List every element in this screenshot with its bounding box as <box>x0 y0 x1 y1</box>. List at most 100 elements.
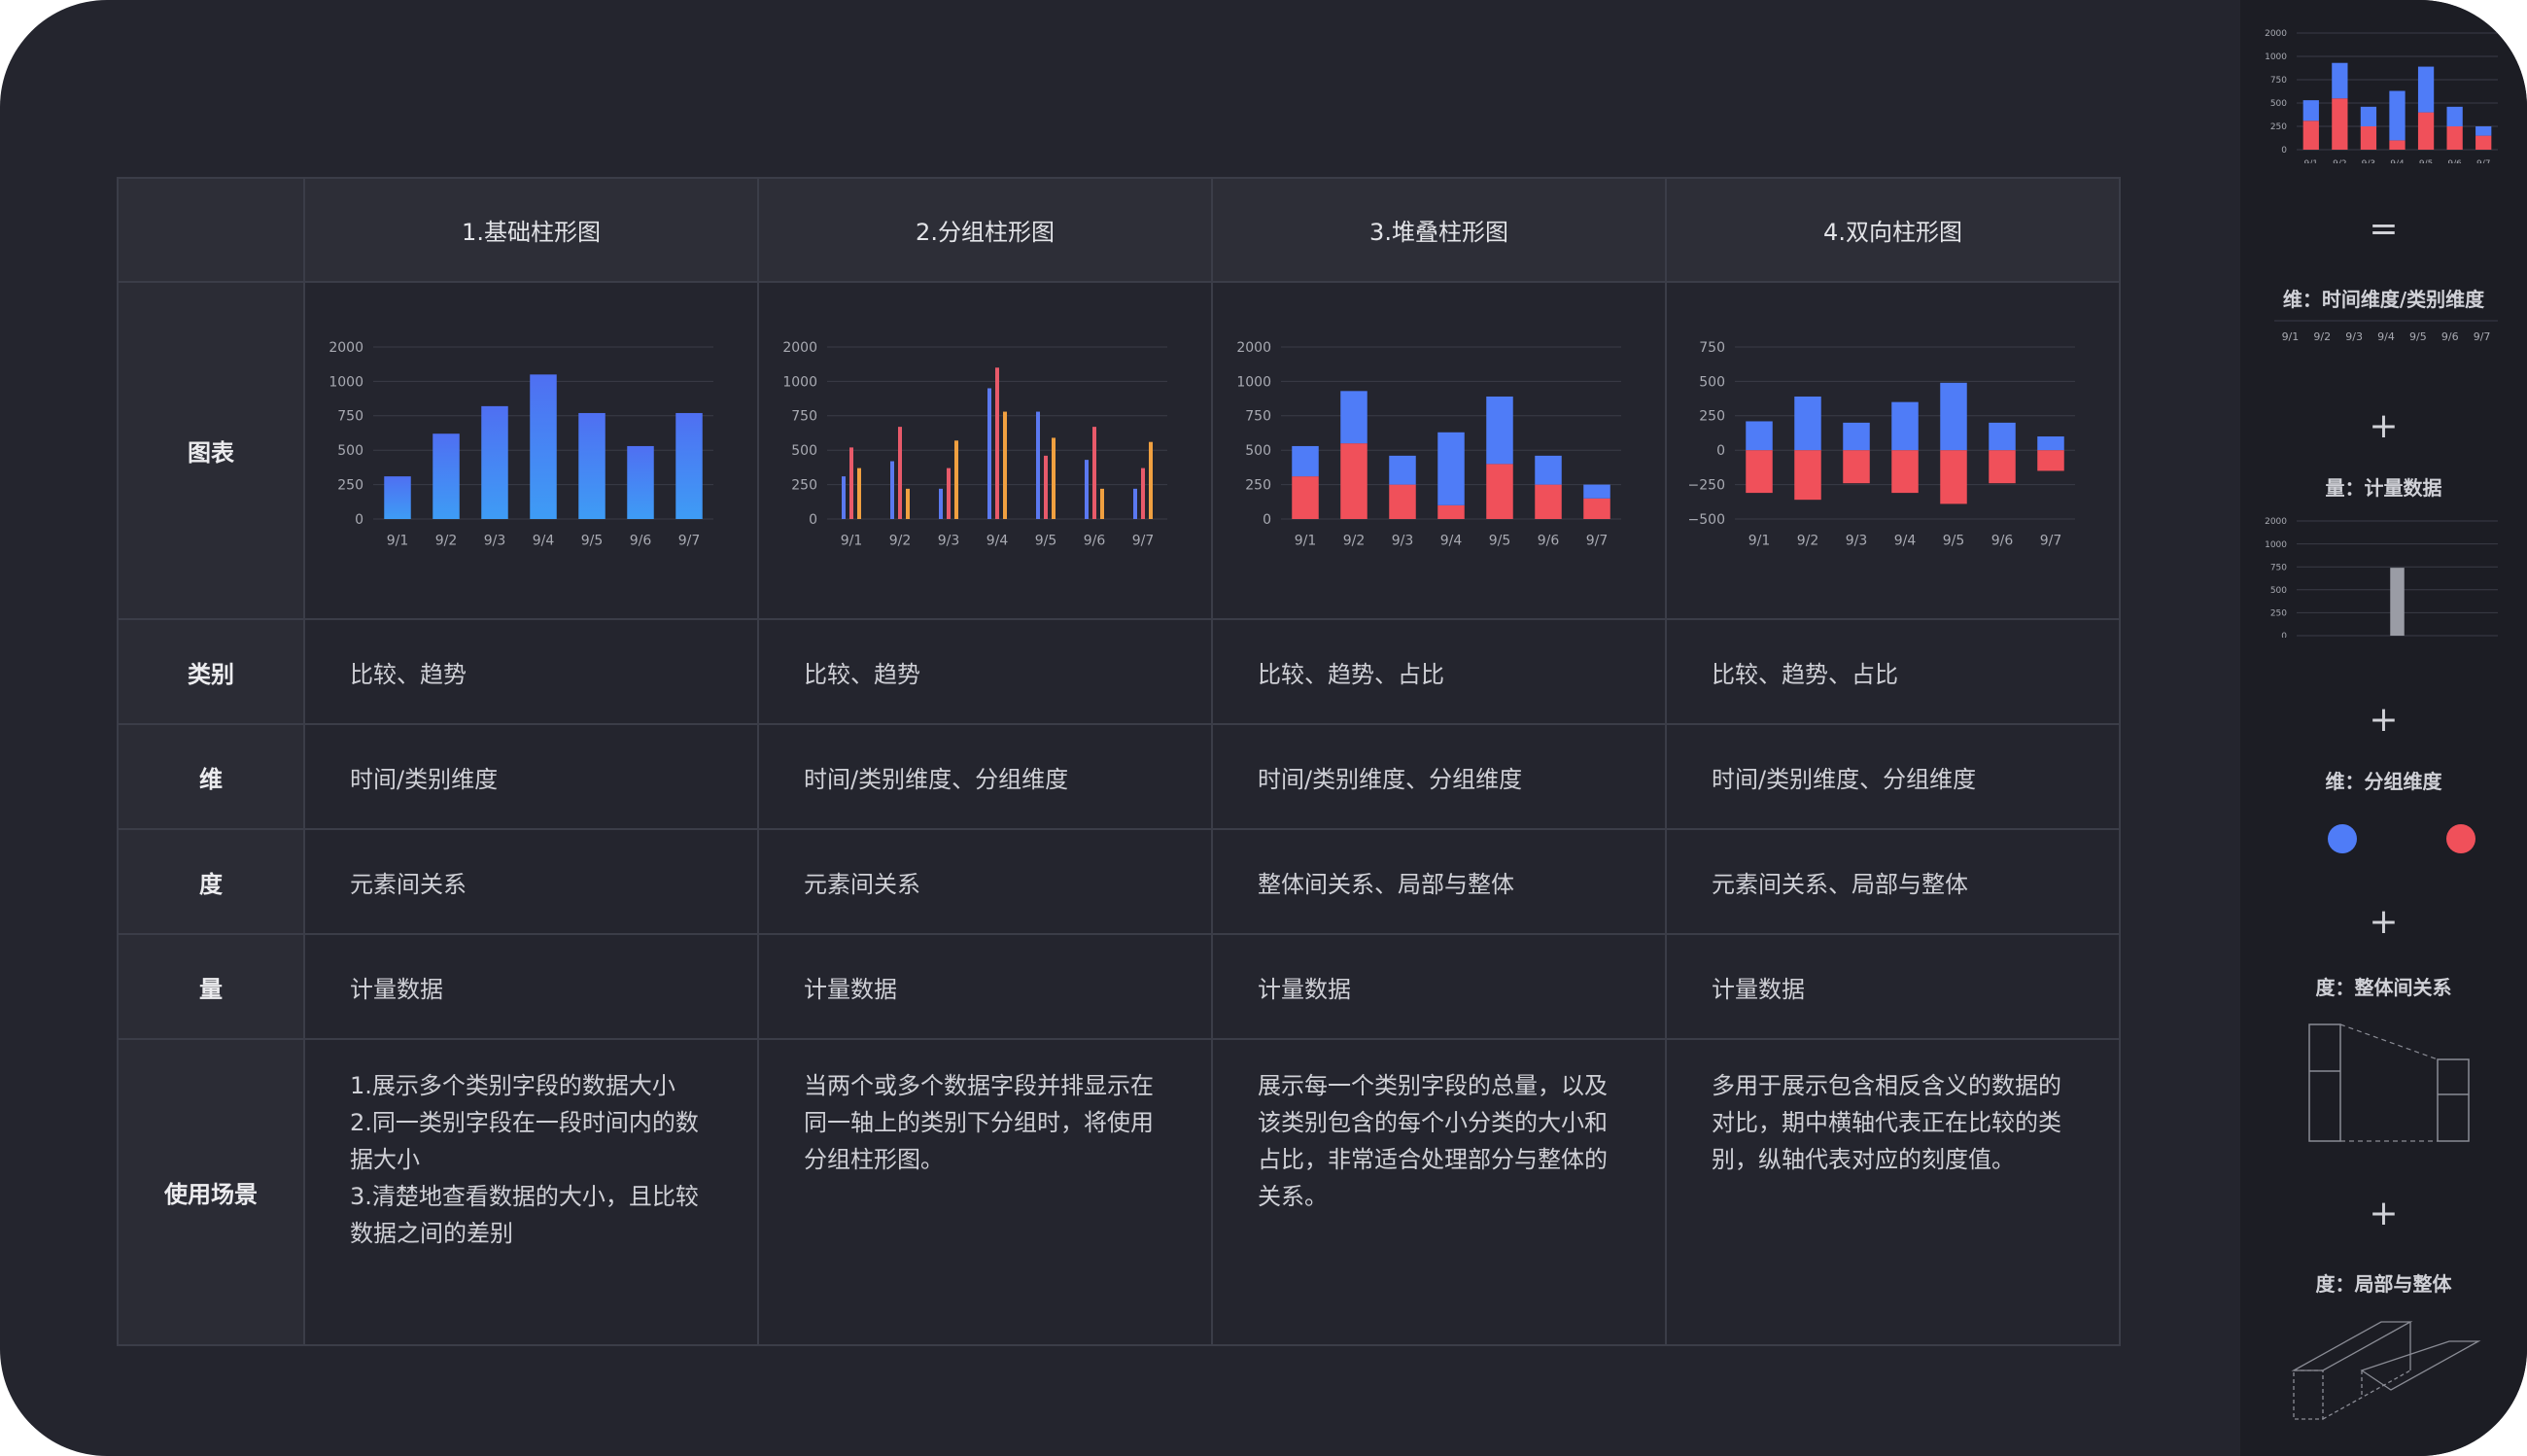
bar <box>1843 450 1870 484</box>
header-bidirectional-bar: 4.双向柱形图 <box>1665 177 2121 283</box>
y-tick-label: 0 <box>355 512 363 528</box>
bar <box>1044 455 1048 519</box>
y-tick-label: 0 <box>2281 632 2287 638</box>
y-tick-label: 0 <box>2281 146 2287 156</box>
header-row: 1.基础柱形图 2.分组柱形图 3.堆叠柱形图 4.双向柱形图 <box>117 177 2121 283</box>
y-tick-label: 750 <box>2270 76 2287 86</box>
x-tick-label: 9/4 <box>987 534 1009 549</box>
y-tick-label: 1000 <box>2265 52 2287 62</box>
bar <box>1583 498 1610 519</box>
bar <box>2360 126 2377 150</box>
part-whole-icon <box>2291 1321 2481 1420</box>
quantity-cell: 计量数据 <box>757 933 1213 1040</box>
row-label-dimension: 维 <box>117 723 305 830</box>
app-frame: 1.基础柱形图 2.分组柱形图 3.堆叠柱形图 4.双向柱形图 图表 0 250 5… <box>0 0 2527 1456</box>
bar <box>2302 100 2319 121</box>
scene-line: 数据之间的差别 <box>350 1220 513 1247</box>
plus-sign: + <box>2369 406 2399 446</box>
x-tick-label: 9/4 <box>2390 159 2405 163</box>
y-tick-label: 750 <box>2270 563 2287 572</box>
bar <box>1036 411 1040 519</box>
bar <box>384 476 411 519</box>
bar <box>578 412 606 519</box>
y-tick-label: 1000 <box>782 374 817 390</box>
y-tick-label: 250 <box>1245 478 1271 494</box>
bar <box>1891 450 1919 494</box>
scene-cell: 多用于展示包含相反含义的数据的 对比，期中横轴代表正在比较的类 别，纵轴代表对应… <box>1665 1038 2121 1346</box>
bar <box>1940 382 1967 451</box>
bar <box>906 488 910 519</box>
dimension-cell: 时间/类别维度 <box>303 723 759 830</box>
x-tick-label: 9/4 <box>2377 330 2395 343</box>
y-tick-label: 500 <box>2270 586 2287 596</box>
bar <box>1437 432 1465 505</box>
scene-line: 展示每一个类别字段的总量，以及 <box>1258 1072 1608 1099</box>
y-tick-label: 2000 <box>782 340 817 356</box>
bar <box>1141 468 1145 519</box>
scene-row: 使用场景 1.展示多个类别字段的数据大小 2.同一类别字段在一段时间内的数 据大… <box>117 1038 2121 1346</box>
bar <box>2389 140 2406 150</box>
x-tick-label: 9/7 <box>2474 330 2491 343</box>
quantity-label: 量：计量数据 <box>2325 476 2442 500</box>
bar <box>1092 427 1096 519</box>
measure-cell: 元素间关系 <box>303 828 759 935</box>
x-tick-label: 9/1 <box>387 534 409 549</box>
bar <box>1989 422 2016 451</box>
bar <box>954 440 958 519</box>
bar <box>939 488 943 519</box>
bar <box>2475 126 2492 136</box>
category-cell: 比较、趋势、占比 <box>1665 618 2121 725</box>
bar <box>1583 484 1610 499</box>
y-tick-label: 750 <box>791 409 817 425</box>
sidebar-panel: 0250500750100020009/19/29/39/49/59/69/7 … <box>2240 0 2527 1456</box>
bar <box>2302 121 2319 150</box>
bar <box>2446 126 2463 150</box>
bar <box>1340 391 1367 444</box>
measure-cell: 整体间关系、局部与整体 <box>1211 828 1667 935</box>
y-tick-label: 0 <box>1263 512 1271 528</box>
x-tick-label: 9/6 <box>2441 330 2459 343</box>
chart-cell-basic: 0 250 500 750 1000 2000 9/1 9/2 9/3 9/4 9/5 9/6 9/7 <box>303 281 759 620</box>
row-label-category: 类别 <box>117 618 305 725</box>
y-tick-label: 2000 <box>2265 29 2287 39</box>
y-tick-label: 250 <box>337 478 363 494</box>
x-tick-label: 9/7 <box>2476 159 2490 163</box>
x-tick-label: 9/6 <box>2447 159 2462 163</box>
bar <box>1389 455 1416 485</box>
header-stacked-bar: 3.堆叠柱形图 <box>1211 177 1667 283</box>
x-tick-label: 9/3 <box>484 534 506 549</box>
header-grouped-bar: 2.分组柱形图 <box>757 177 1213 283</box>
x-tick-label: 9/4 <box>533 534 555 549</box>
x-tick-label: 9/1 <box>2304 159 2318 163</box>
comparison-table: 1.基础柱形图 2.分组柱形图 3.堆叠柱形图 4.双向柱形图 图表 0 250 5… <box>117 177 2121 1346</box>
bar <box>2389 90 2406 141</box>
bar <box>2475 135 2492 150</box>
bar <box>1133 488 1137 519</box>
bar <box>2332 62 2348 99</box>
y-tick-label: 500 <box>337 443 363 459</box>
bar <box>857 468 861 519</box>
row-label-scene: 使用场景 <box>117 1038 305 1346</box>
x-tick-label: 9/6 <box>630 534 652 549</box>
bar <box>890 461 894 519</box>
red-group-dot <box>2446 824 2475 853</box>
bar <box>1535 484 1562 519</box>
row-label-quantity: 量 <box>117 933 305 1040</box>
quantity-cell: 计量数据 <box>1211 933 1667 1040</box>
bar <box>1100 488 1104 519</box>
stacked-bar-chart: 0 250 500 750 1000 2000 9/1 9/2 9/3 9/4 9/5 9/6 9/7 <box>1236 340 1621 549</box>
y-tick-label: 1000 <box>2265 540 2287 550</box>
measure-cell: 元素间关系、局部与整体 <box>1665 828 2121 935</box>
chart-cell-bidirectional: −500 −250 0 250 500 750 9/1 9/2 9/3 9/4 9/5 9/6 9/7 <box>1665 281 2121 620</box>
bar <box>1794 396 1821 451</box>
x-tick-label: 9/1 <box>841 534 863 549</box>
x-tick-label: 9/4 <box>1440 534 1463 549</box>
y-tick-label: −500 <box>1688 512 1725 528</box>
y-tick-label: 2000 <box>329 340 363 356</box>
quantity-cell: 计量数据 <box>1665 933 2121 1040</box>
y-tick-label: 2000 <box>1236 340 1271 356</box>
grouped-bar-chart: 0 250 500 750 1000 2000 9/1 9/2 9/3 9/4 9/5 9/6 9/7 <box>782 340 1167 549</box>
x-tick-label: 9/7 <box>2040 534 2062 549</box>
x-tick-label: 9/6 <box>1991 534 2014 549</box>
bar <box>1940 450 1967 504</box>
